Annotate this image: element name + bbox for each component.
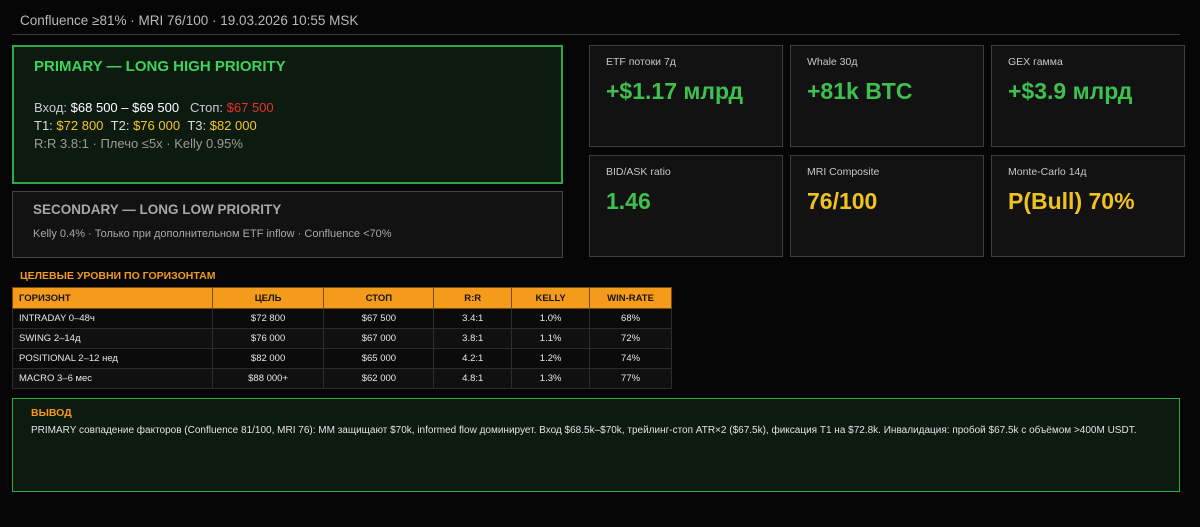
metric-card-bid-ask: BID/ASK ratio 1.46 bbox=[589, 155, 783, 257]
t1-label: T1: bbox=[34, 118, 53, 133]
metric-card-etf: ETF потоки 7д +$1.17 млрд bbox=[589, 45, 783, 147]
t3-label: T3: bbox=[187, 118, 207, 133]
levels-table: ГОРИЗОНТ ЦЕЛЬ СТОП R:R KELLY WIN-RATE IN… bbox=[12, 287, 672, 389]
metric-card-whale: Whale 30д +81k BTC bbox=[790, 45, 984, 147]
secondary-title: SECONDARY — LONG LOW PRIORITY bbox=[33, 202, 282, 217]
table-cell: SWING 2–14д bbox=[12, 328, 213, 349]
metric-card-monte-carlo: Monte-Carlo 14д P(Bull) 70% bbox=[991, 155, 1185, 257]
table-cell: 1.2% bbox=[511, 348, 591, 369]
stop-value: $67 500 bbox=[226, 100, 274, 115]
report-header: Confluence ≥81% · MRI 76/100 · 19.03.202… bbox=[12, 9, 1180, 35]
column-header: R:R bbox=[433, 287, 513, 309]
table-cell: $82 000 bbox=[211, 348, 325, 369]
column-header: WIN-RATE bbox=[589, 287, 672, 309]
column-header: СТОП bbox=[323, 287, 435, 309]
stop-label: Стоп: bbox=[189, 100, 224, 115]
table-cell: $88 000+ bbox=[211, 368, 325, 389]
column-header: KELLY bbox=[511, 287, 591, 309]
table-cell: 72% bbox=[589, 328, 672, 349]
table-cell: $72 800 bbox=[211, 308, 325, 329]
table-cell: $76 000 bbox=[211, 328, 325, 349]
verdict-text: PRIMARY совпадение факторов (Confluence … bbox=[31, 425, 1137, 436]
metric-card-mri: MRI Composite 76/100 bbox=[790, 155, 984, 257]
metric-card-gex: GEX гамма +$3.9 млрд bbox=[991, 45, 1185, 147]
t3-value: $82 000 bbox=[209, 118, 257, 133]
primary-targets-line: T1: $72 800 T2: $76 000 T3: $82 000 bbox=[34, 117, 541, 135]
table-cell: 3.8:1 bbox=[433, 328, 513, 349]
verdict-title: ВЫВОД bbox=[31, 407, 72, 419]
metric-value: P(Bull) 70% bbox=[1008, 188, 1135, 214]
table-cell: 77% bbox=[589, 368, 672, 389]
table-row: SWING 2–14д $76 000 $67 000 3.8:1 1.1% 7… bbox=[12, 328, 672, 349]
table-cell: 1.1% bbox=[511, 328, 591, 349]
primary-meta: R:R 3.8:1 · Плечо ≤5x · Kelly 0.95% bbox=[34, 136, 243, 151]
entry-label: Вход: bbox=[34, 100, 68, 115]
column-header: ГОРИЗОНТ bbox=[12, 287, 213, 309]
table-cell: $62 000 bbox=[323, 368, 435, 389]
primary-entry-line: Вход: $68 500 – $69 500 Стоп: $67 500 bbox=[34, 99, 541, 117]
metric-label: ETF потоки 7д bbox=[606, 56, 676, 68]
table-cell: 1.3% bbox=[511, 368, 591, 389]
t1-value: $72 800 bbox=[56, 118, 104, 133]
table-header-row: ГОРИЗОНТ ЦЕЛЬ СТОП R:R KELLY WIN-RATE bbox=[12, 287, 672, 309]
table-cell: 3.4:1 bbox=[433, 308, 513, 329]
primary-title: PRIMARY — LONG HIGH PRIORITY bbox=[34, 58, 286, 75]
metric-value: +$3.9 млрд bbox=[1008, 78, 1133, 104]
verdict-panel: ВЫВОД PRIMARY совпадение факторов (Confl… bbox=[12, 398, 1180, 492]
table-cell: MACRO 3–6 мес bbox=[12, 368, 213, 389]
table-cell: 4.8:1 bbox=[433, 368, 513, 389]
metric-value: +81k BTC bbox=[807, 78, 913, 104]
primary-signal-panel: PRIMARY — LONG HIGH PRIORITY Вход: $68 5… bbox=[12, 45, 563, 184]
table-row: POSITIONAL 2–12 нед $82 000 $65 000 4.2:… bbox=[12, 348, 672, 369]
entry-value: $68 500 – $69 500 bbox=[70, 100, 180, 115]
levels-title: ЦЕЛЕВЫЕ УРОВНИ ПО ГОРИЗОНТАМ bbox=[20, 270, 216, 282]
metric-label: GEX гамма bbox=[1008, 56, 1063, 68]
table-cell: 68% bbox=[589, 308, 672, 329]
t2-value: $76 000 bbox=[133, 118, 181, 133]
table-cell: 1.0% bbox=[511, 308, 591, 329]
metric-value: +$1.17 млрд bbox=[606, 78, 744, 104]
metric-label: Monte-Carlo 14д bbox=[1008, 166, 1087, 178]
table-cell: 4.2:1 bbox=[433, 348, 513, 369]
metric-label: BID/ASK ratio bbox=[606, 166, 671, 178]
metric-label: MRI Composite bbox=[807, 166, 880, 178]
table-cell: $67 500 bbox=[323, 308, 435, 329]
table-cell: POSITIONAL 2–12 нед bbox=[12, 348, 213, 369]
secondary-subtitle: Kelly 0.4% · Только при дополнительном E… bbox=[33, 228, 392, 240]
table-cell: 74% bbox=[589, 348, 672, 369]
table-row: MACRO 3–6 мес $88 000+ $62 000 4.8:1 1.3… bbox=[12, 368, 672, 389]
metric-label: Whale 30д bbox=[807, 56, 858, 68]
table-row: INTRADAY 0–48ч $72 800 $67 500 3.4:1 1.0… bbox=[12, 308, 672, 329]
table-cell: $67 000 bbox=[323, 328, 435, 349]
secondary-signal-panel: SECONDARY — LONG LOW PRIORITY Kelly 0.4%… bbox=[12, 191, 563, 258]
table-cell: INTRADAY 0–48ч bbox=[12, 308, 213, 329]
table-cell: $65 000 bbox=[323, 348, 435, 369]
metric-value: 1.46 bbox=[606, 188, 651, 214]
column-header: ЦЕЛЬ bbox=[211, 287, 325, 309]
metric-value: 76/100 bbox=[807, 188, 878, 214]
t2-label: T2: bbox=[110, 118, 130, 133]
